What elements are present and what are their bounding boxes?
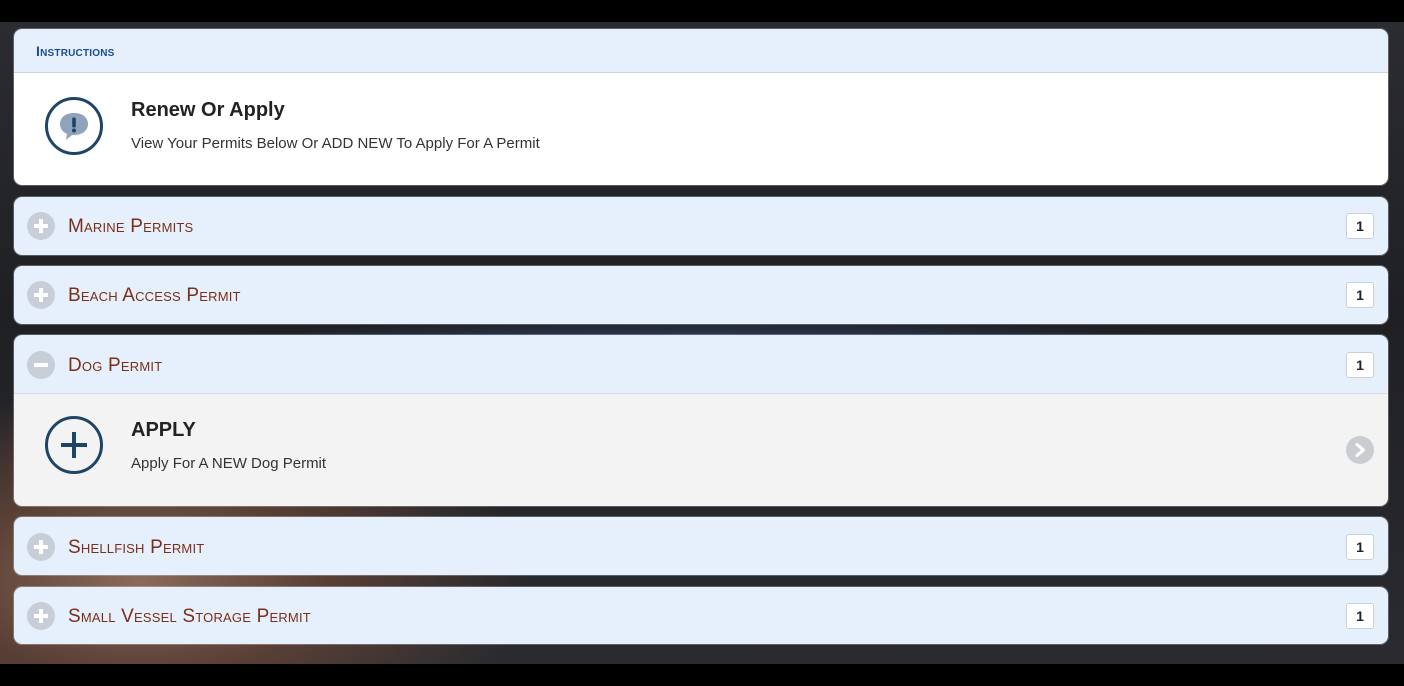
instructions-header: Instructions xyxy=(14,29,1388,73)
expand-plus-icon[interactable] xyxy=(27,281,55,309)
instructions-panel: Instructions Renew Or Apply View Your Pe… xyxy=(14,29,1388,185)
section-header[interactable]: Marine Permits 1 xyxy=(14,197,1388,255)
section-title: Shellfish Permit xyxy=(68,537,205,558)
section-header[interactable]: Dog Permit 1 xyxy=(14,335,1388,393)
apply-title: APPLY xyxy=(131,419,196,441)
expand-plus-icon[interactable] xyxy=(27,533,55,561)
plus-circle-icon xyxy=(45,416,103,474)
count-badge: 1 xyxy=(1346,352,1374,378)
section-marine-permits: Marine Permits 1 xyxy=(14,197,1388,255)
instructions-body: Renew Or Apply View Your Permits Below O… xyxy=(14,73,1388,185)
section-title: Beach Access Permit xyxy=(68,285,241,306)
expand-plus-icon[interactable] xyxy=(27,212,55,240)
chevron-right-icon[interactable] xyxy=(1346,436,1374,464)
section-header[interactable]: Shellfish Permit 1 xyxy=(14,517,1388,575)
collapse-minus-icon[interactable] xyxy=(27,351,55,379)
section-title: Marine Permits xyxy=(68,216,194,237)
section-beach-access-permit: Beach Access Permit 1 xyxy=(14,266,1388,324)
section-shellfish-permit: Shellfish Permit 1 xyxy=(14,517,1388,575)
count-badge: 1 xyxy=(1346,534,1374,560)
count-badge: 1 xyxy=(1346,603,1374,629)
section-dog-permit: Dog Permit 1 APPLY Apply For A NEW Dog P… xyxy=(14,335,1388,506)
section-small-vessel-storage-permit: Small Vessel Storage Permit 1 xyxy=(14,587,1388,644)
count-badge: 1 xyxy=(1346,282,1374,308)
count-badge: 1 xyxy=(1346,213,1374,239)
apply-subtitle: Apply For A NEW Dog Permit xyxy=(131,455,327,472)
section-title: Dog Permit xyxy=(68,355,163,376)
speech-bubble-alert-icon xyxy=(45,97,103,155)
section-header[interactable]: Beach Access Permit 1 xyxy=(14,266,1388,324)
instructions-subtitle: View Your Permits Below Or ADD NEW To Ap… xyxy=(131,135,540,152)
section-header[interactable]: Small Vessel Storage Permit 1 xyxy=(14,587,1388,644)
instructions-title: Renew Or Apply xyxy=(131,99,285,121)
expand-plus-icon[interactable] xyxy=(27,602,55,630)
section-title: Small Vessel Storage Permit xyxy=(68,606,311,627)
apply-item[interactable]: APPLY Apply For A NEW Dog Permit xyxy=(14,393,1388,506)
